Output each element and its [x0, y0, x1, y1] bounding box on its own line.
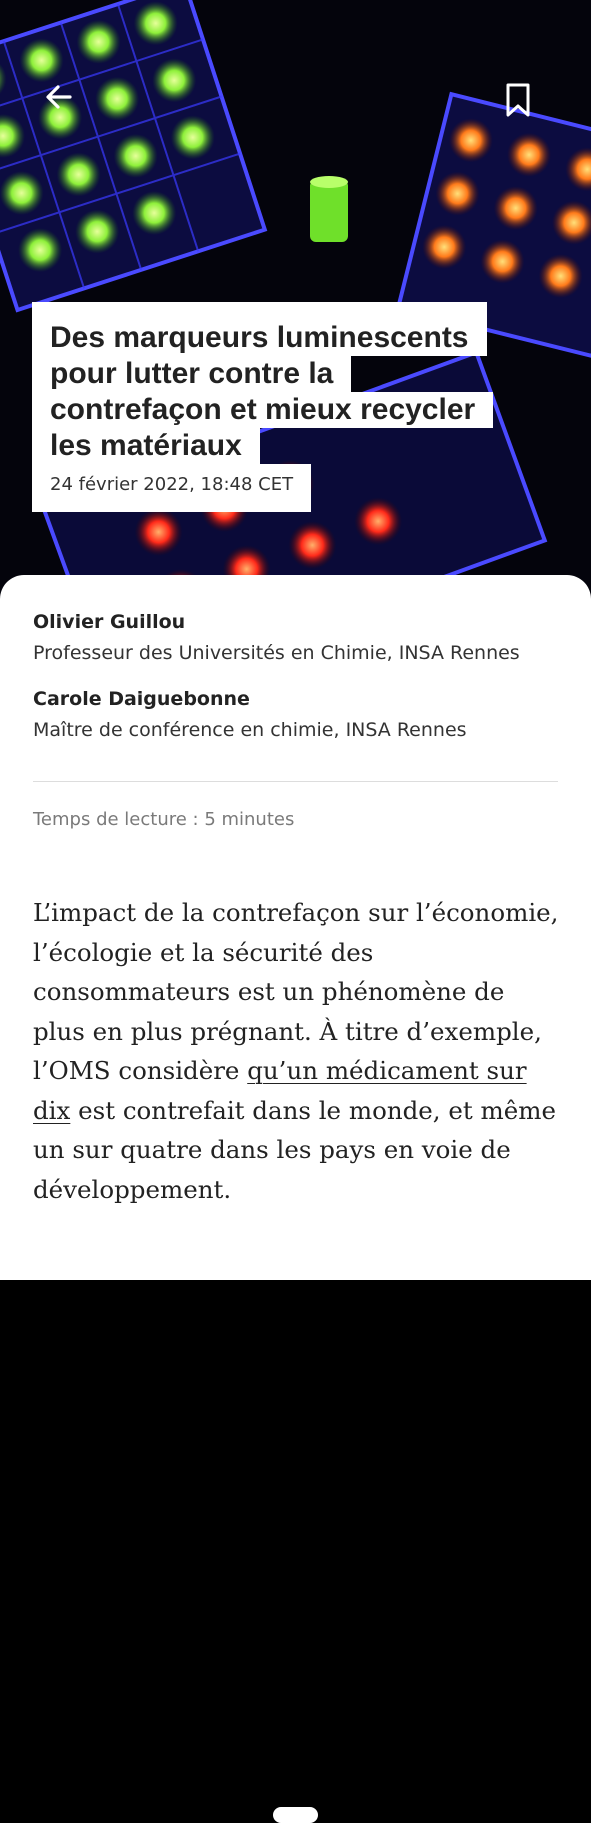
- title-line-4: les matériaux: [32, 428, 260, 464]
- author-item[interactable]: Carole Daiguebonne Maître de conférence …: [33, 686, 558, 743]
- author-list: Olivier Guillou Professeur des Universit…: [33, 609, 558, 763]
- body-text-2: est contrefait dans le monde, et même un…: [33, 1095, 556, 1204]
- publish-date: 24 février 2022, 18:48 CET: [32, 464, 312, 512]
- author-role: Professeur des Universités en Chimie, IN…: [33, 642, 520, 664]
- title-line-3: contrefaçon et mieux recycler: [32, 392, 494, 428]
- back-button[interactable]: [44, 82, 88, 126]
- article-title: Des marqueurs luminescents pour lutter c…: [32, 302, 542, 512]
- bookmark-button[interactable]: [503, 82, 547, 126]
- title-line-2: pour lutter contre la: [32, 356, 352, 392]
- scroll-handle[interactable]: [273, 1807, 318, 1823]
- article-body: L’impact de la contrefaçon sur l’économi…: [33, 893, 563, 1209]
- author-name: Olivier Guillou: [33, 611, 186, 633]
- title-line-1: Des marqueurs luminescents: [32, 302, 487, 356]
- bookmark-icon: [506, 83, 530, 117]
- arrow-left-icon: [46, 85, 72, 109]
- divider: [33, 781, 558, 782]
- author-name: Carole Daiguebonne: [33, 688, 250, 710]
- article-sheet: Olivier Guillou Professeur des Universit…: [0, 575, 591, 1823]
- reading-time: Temps de lecture : 5 minutes: [33, 809, 295, 830]
- author-item[interactable]: Olivier Guillou Professeur des Universit…: [33, 609, 558, 666]
- author-role: Maître de conférence en chimie, INSA Ren…: [33, 719, 467, 741]
- hero-image: Des marqueurs luminescents pour lutter c…: [0, 0, 591, 600]
